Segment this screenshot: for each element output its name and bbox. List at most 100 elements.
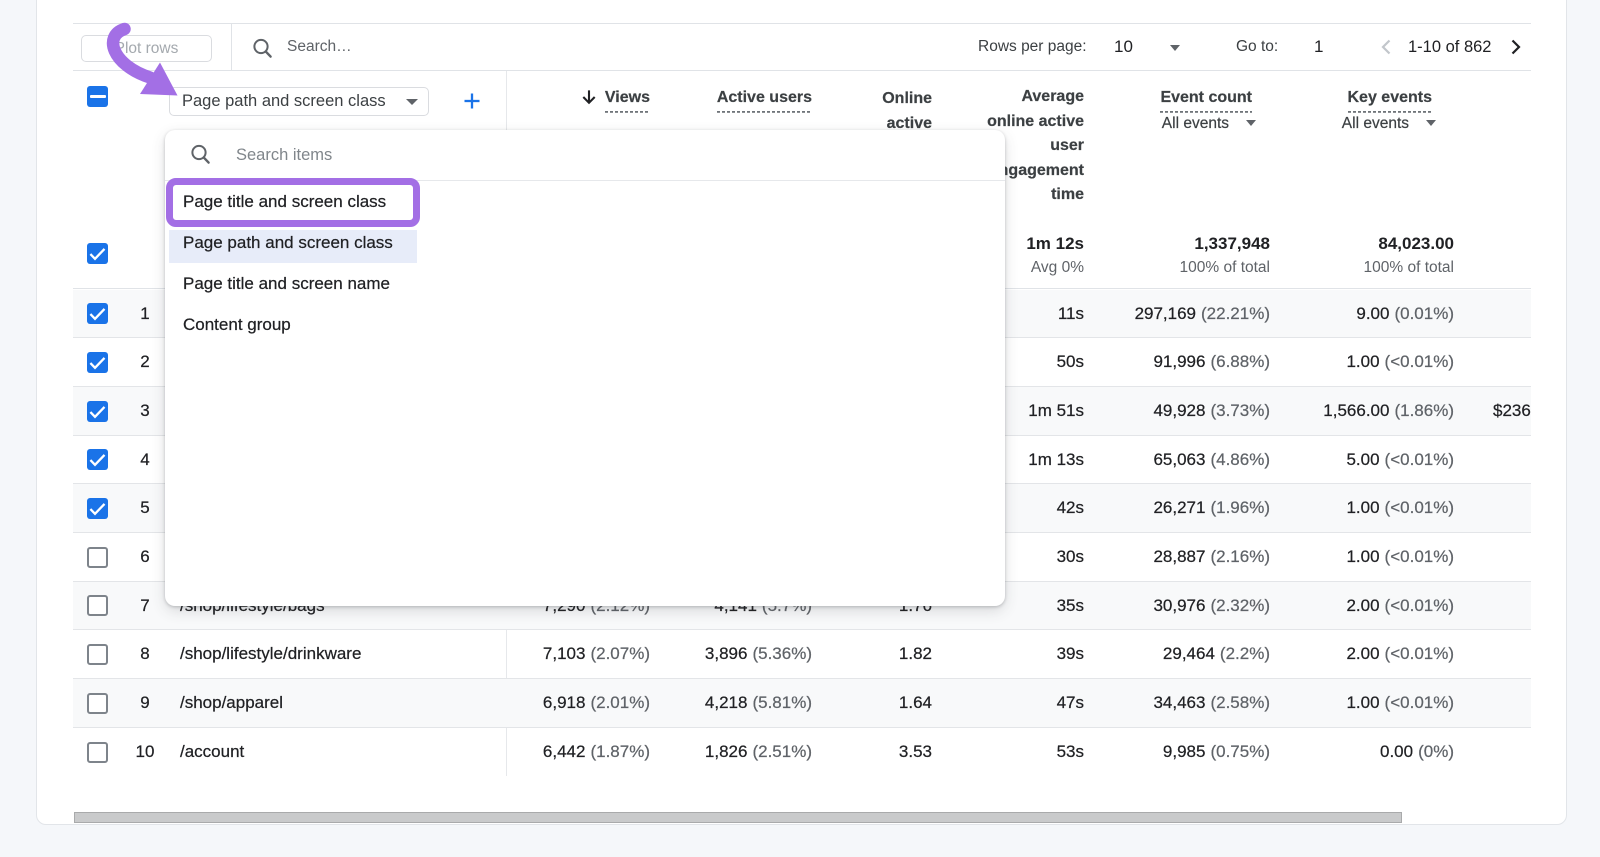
row-online-active: 3.53 — [899, 728, 932, 776]
row-checkbox[interactable] — [87, 693, 108, 714]
table-toolbar: Plot rows Search… Rows per page: 10 Go t… — [73, 23, 1531, 71]
dimension-selector-label: Page path and screen class — [182, 92, 386, 111]
search-input[interactable]: Search… — [287, 24, 352, 70]
row-key-events: 1,566.00(1.86%) — [1323, 387, 1454, 435]
column-header-event-count[interactable]: Event count All events — [1160, 87, 1252, 134]
row-dimension: /shop/apparel — [180, 679, 283, 727]
prev-page-icon[interactable] — [1378, 38, 1396, 56]
row-key-events: 2.00(<0.01%) — [1346, 630, 1454, 678]
row-active-users: 4,218(5.81%) — [705, 679, 812, 727]
totals-row-checkbox[interactable] — [87, 243, 108, 264]
row-avg-engagement: 1m 51s — [1028, 387, 1084, 435]
annotation-highlight-box — [166, 178, 420, 227]
search-icon — [251, 37, 275, 61]
row-number: 7 — [118, 582, 172, 629]
row-checkbox[interactable] — [87, 595, 108, 616]
row-checkbox-cell — [87, 484, 108, 532]
row-active-users: 1,826(2.51%) — [705, 728, 812, 776]
row-key-events: 9.00(0.01%) — [1356, 290, 1454, 337]
row-event-count: 9,985(0.75%) — [1163, 728, 1270, 776]
add-dimension-icon[interactable] — [462, 91, 482, 111]
check-icon — [87, 498, 108, 519]
dropdown-item-page-title-screen-name[interactable]: Page title and screen name — [165, 263, 585, 304]
row-checkbox[interactable] — [87, 303, 108, 324]
row-avg-engagement: 50s — [1057, 338, 1084, 386]
row-number: 9 — [118, 679, 172, 727]
row-number: 4 — [118, 436, 172, 483]
row-avg-engagement: 39s — [1057, 630, 1084, 678]
row-active-users: 3,896(5.36%) — [705, 630, 812, 678]
row-key-events: 1.00(<0.01%) — [1346, 533, 1454, 581]
totals-key-events: 84,023.00 100% of total — [1364, 232, 1454, 278]
row-number: 6 — [118, 533, 172, 581]
row-checkbox[interactable] — [87, 742, 108, 763]
row-event-count: 65,063(4.86%) — [1153, 436, 1270, 483]
dropdown-item-content-group[interactable]: Content group — [165, 304, 585, 345]
row-views: 6,918(2.01%) — [543, 679, 650, 727]
panel-search-icon — [189, 143, 213, 167]
row-avg-engagement: 35s — [1057, 582, 1084, 629]
row-checkbox-cell — [87, 533, 108, 581]
next-page-icon[interactable] — [1506, 38, 1524, 56]
row-number: 5 — [118, 484, 172, 532]
sort-descending-icon — [580, 88, 598, 106]
check-icon — [87, 303, 108, 324]
row-revenue: $236 — [1493, 387, 1531, 435]
row-checkbox[interactable] — [87, 498, 108, 519]
row-number: 1 — [118, 290, 172, 337]
row-event-count: 30,976(2.32%) — [1153, 582, 1270, 629]
totals-avg-engagement: 1m 12s Avg 0% — [1026, 232, 1084, 278]
goto-page-input[interactable]: 1 — [1314, 24, 1323, 70]
table-row: 10 /account 6,442(1.87%) 1,826(2.51%) 3.… — [73, 728, 1531, 776]
rows-per-page-select[interactable]: 10 — [1114, 24, 1133, 70]
dimension-selector[interactable]: Page path and screen class — [169, 87, 429, 116]
row-checkbox[interactable] — [87, 644, 108, 665]
row-avg-engagement: 47s — [1057, 679, 1084, 727]
table-row: 8 /shop/lifestyle/drinkware 7,103(2.07%)… — [73, 630, 1531, 679]
dimension-selector-caret-icon — [406, 99, 418, 105]
rows-per-page-caret-icon[interactable] — [1170, 45, 1180, 51]
row-checkbox-cell — [87, 679, 108, 727]
check-icon — [87, 449, 108, 470]
row-event-count: 28,887(2.16%) — [1153, 533, 1270, 581]
row-avg-engagement: 53s — [1057, 728, 1084, 776]
row-checkbox-cell — [87, 290, 108, 337]
row-event-count: 29,464(2.2%) — [1163, 630, 1270, 678]
row-avg-engagement: 1m 13s — [1028, 436, 1084, 483]
panel-search-input[interactable]: Search items — [236, 130, 332, 180]
row-checkbox[interactable] — [87, 547, 108, 568]
check-icon — [87, 352, 108, 373]
row-checkbox-cell — [87, 582, 108, 629]
row-checkbox[interactable] — [87, 401, 108, 422]
row-online-active: 1.82 — [899, 630, 932, 678]
table-row: 9 /shop/apparel 6,918(2.01%) 4,218(5.81%… — [73, 679, 1531, 728]
column-header-key-events[interactable]: Key events All events — [1342, 87, 1432, 134]
column-header-views[interactable]: Views — [580, 87, 650, 109]
row-checkbox-cell — [87, 338, 108, 386]
rows-per-page-label: Rows per page: — [978, 24, 1087, 70]
horizontal-scrollbar-thumb[interactable] — [74, 812, 1402, 823]
check-icon — [87, 243, 108, 264]
column-header-active-users[interactable]: Active users — [717, 87, 812, 109]
dropdown-item-page-path-screen-class[interactable]: Page path and screen class — [165, 222, 585, 263]
row-checkbox[interactable] — [87, 352, 108, 373]
key-events-filter[interactable]: All events — [1342, 114, 1436, 134]
column-header-online-active[interactable]: Online active — [882, 87, 932, 136]
row-avg-engagement: 30s — [1057, 533, 1084, 581]
row-number: 2 — [118, 338, 172, 386]
row-checkbox[interactable] — [87, 449, 108, 470]
row-avg-engagement: 11s — [1058, 290, 1084, 337]
row-number: 8 — [118, 630, 172, 678]
row-number: 10 — [118, 728, 172, 776]
row-event-count: 91,996(6.88%) — [1153, 338, 1270, 386]
row-key-events: 1.00(<0.01%) — [1346, 338, 1454, 386]
annotation-arrow — [0, 0, 200, 120]
row-checkbox-cell — [87, 436, 108, 483]
event-count-filter[interactable]: All events — [1160, 114, 1256, 134]
check-icon — [87, 401, 108, 422]
row-event-count: 34,463(2.58%) — [1153, 679, 1270, 727]
row-checkbox-cell — [87, 728, 108, 776]
row-key-events: 5.00(<0.01%) — [1346, 436, 1454, 483]
row-views: 6,442(1.87%) — [543, 728, 650, 776]
row-key-events: 0.00(0%) — [1380, 728, 1454, 776]
